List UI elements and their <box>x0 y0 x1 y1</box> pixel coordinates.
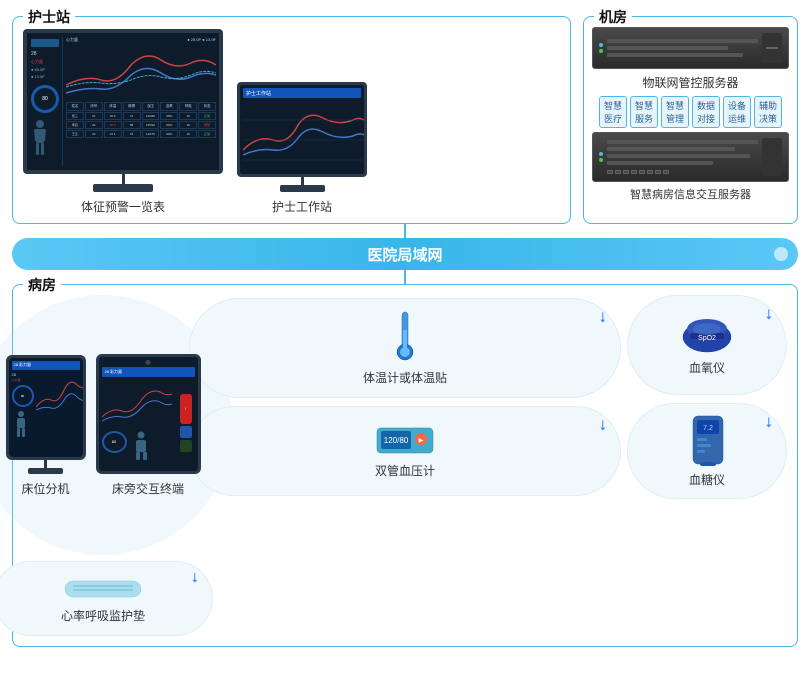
glucose-label: 血糖仪 <box>689 471 725 488</box>
machine-room: 机房 物联网管控服务器 智慧医疗 智慧服务 <box>583 16 798 224</box>
network-to-ward-connector <box>0 270 810 284</box>
service-tag-2: 智慧服务 <box>630 96 658 128</box>
nurse-station-label: 护士站 <box>23 7 75 27</box>
bp-card: ⭣ 120/80 ▶ 双管血压计 <box>189 406 621 496</box>
large-monitor-col: 28 心力量 ● 65.5P ● 13.5F 80 <box>23 29 223 215</box>
ward-center-col: 28 彩力量 28 心力量 80 <box>23 295 183 636</box>
svg-text:120/80: 120/80 <box>384 436 409 445</box>
bed-unit: 28 彩力量 28 心力量 80 <box>6 355 86 497</box>
ward-grid: ⭣ 体温计或体温贴 ⭣ 120/80 ▶ <box>23 295 787 636</box>
bt-badge-oximeter: ⭣ <box>765 306 772 323</box>
bedside-terminal-label: 床旁交互终端 <box>112 480 184 497</box>
small-monitor-label: 护士工作站 <box>272 198 332 215</box>
small-monitor: 护士工作站 <box>237 82 367 177</box>
svg-text:SpO2: SpO2 <box>698 335 716 342</box>
bed-unit-label: 床位分机 <box>21 480 69 497</box>
thermometer-label: 体温计或体温贴 <box>363 369 447 386</box>
sleep-mat-card: ⭣ 心率呼吸监护垫 <box>0 561 213 636</box>
connector-area <box>0 224 810 238</box>
nurse-station: 护士站 28 心力量 ● 65.5P ● 13. <box>12 16 571 224</box>
center-devices-row: 28 彩力量 28 心力量 80 <box>6 354 201 497</box>
large-monitor-label: 体征预警一览表 <box>81 198 165 215</box>
network-label: 医院局域网 <box>367 244 442 265</box>
server1-label: 物联网管控服务器 <box>592 74 789 91</box>
glucose-card: ⭣ 7.2 血糖仪 <box>627 403 787 499</box>
bt-badge-glucose: ⭣ <box>765 414 772 431</box>
network-bar: 医院局域网 <box>12 238 798 270</box>
large-monitor: 28 心力量 ● 65.5P ● 13.5F 80 <box>23 29 223 174</box>
service-tag-1: 智慧医疗 <box>599 96 627 128</box>
thermometer-card: ⭣ 体温计或体温贴 <box>189 298 621 398</box>
ward-left-col: ⭣ 体温计或体温贴 ⭣ 120/80 ▶ <box>189 298 621 496</box>
server-2 <box>592 132 789 182</box>
server2-label: 智慧病房信息交互服务器 <box>592 186 789 202</box>
bt-badge-sleep: ⭣ <box>192 570 198 586</box>
ward-right-col: ⭣ SpO2 血氧仪 ⭣ 7.2 <box>627 295 787 499</box>
nurse-content: 28 心力量 ● 65.5P ● 13.5F 80 <box>23 29 560 215</box>
small-monitor-col: 护士工作站 护士工作站 <box>237 82 367 215</box>
machine-room-label: 机房 <box>594 7 632 27</box>
service-tag-5: 设备运维 <box>723 96 751 128</box>
oximeter-label: 血氧仪 <box>689 359 725 376</box>
service-tags: 智慧医疗 智慧服务 智慧管理 数据对接 设备运维 辅助决策 <box>592 96 789 128</box>
sleep-mat-label: 心率呼吸监护垫 <box>61 607 145 624</box>
service-tag-4: 数据对接 <box>692 96 720 128</box>
bt-badge-bp: ⭣ <box>599 417 606 434</box>
server-1 <box>592 27 789 69</box>
service-tag-6: 辅助决策 <box>754 96 782 128</box>
bedside-terminal-col: 28 彩力量 <box>96 354 201 497</box>
ward-section: 病房 ⭣ 体温计或体温贴 ⭣ <box>12 284 798 647</box>
ward-label: 病房 <box>23 275 61 295</box>
service-tag-3: 智慧管理 <box>661 96 689 128</box>
svg-text:▶: ▶ <box>419 438 424 444</box>
bt-badge-thermo: ⭣ <box>599 309 606 326</box>
oximeter-card: ⭣ SpO2 血氧仪 <box>627 295 787 395</box>
top-section: 护士站 28 心力量 ● 65.5P ● 13. <box>0 0 810 224</box>
bp-label: 双管血压计 <box>375 462 435 479</box>
svg-text:7.2: 7.2 <box>703 425 713 432</box>
